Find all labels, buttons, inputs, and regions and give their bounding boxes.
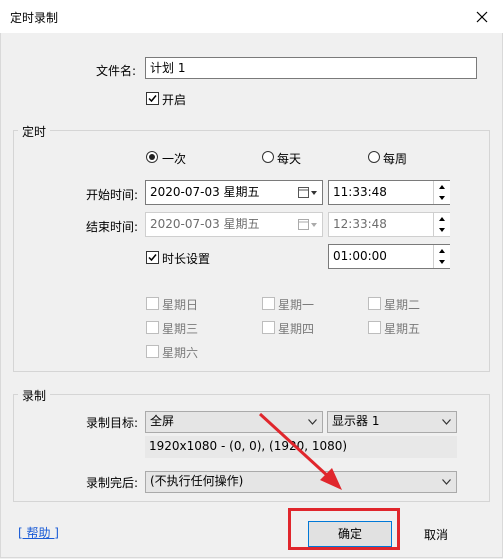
- calendar-dropdown-icon[interactable]: [298, 187, 318, 199]
- weekday-label-tue: 星期二: [384, 298, 421, 312]
- record-legend: 录制: [18, 387, 51, 404]
- start-date-picker[interactable]: 2020-07-03 星期五: [145, 180, 323, 205]
- start-time-value: 11:33:48: [333, 185, 387, 199]
- start-time-label: 开始时间:: [86, 188, 139, 202]
- calendar-dropdown-icon[interactable]: [298, 219, 318, 231]
- cancel-button[interactable]: 取消: [424, 526, 448, 543]
- start-date-value: 2020-07-03 星期五: [150, 185, 260, 199]
- end-time-value: 12:33:48: [333, 217, 387, 231]
- weekday-label-wed: 星期三: [162, 322, 199, 336]
- weekday-checkbox-sun[interactable]: [146, 297, 159, 310]
- file-name-label: 文件名:: [96, 64, 137, 78]
- duration-input[interactable]: 01:00:00: [328, 244, 450, 269]
- weekday-checkbox-wed[interactable]: [146, 321, 159, 334]
- radio-once-label: 一次: [162, 152, 187, 166]
- record-after-label: 录制完后:: [86, 476, 139, 490]
- highlight-box: [288, 508, 400, 550]
- schedule-legend: 定时: [18, 123, 51, 140]
- weekday-checkbox-mon[interactable]: [262, 297, 275, 310]
- end-time-label: 结束时间:: [86, 220, 139, 234]
- radio-once[interactable]: [146, 151, 158, 163]
- radio-daily-label: 每天: [277, 152, 302, 166]
- record-target-label: 录制目标:: [86, 416, 139, 430]
- window-title: 定时录制: [10, 11, 59, 25]
- radio-weekly[interactable]: [368, 151, 380, 163]
- record-target-value: 全屏: [150, 414, 175, 428]
- duration-spinner[interactable]: [433, 245, 450, 268]
- weekday-label-fri: 星期五: [384, 322, 421, 336]
- radio-daily[interactable]: [262, 151, 274, 163]
- close-icon[interactable]: [472, 7, 492, 27]
- weekday-label-thu: 星期四: [278, 322, 315, 336]
- end-time-spinner[interactable]: [433, 213, 450, 236]
- enable-checkbox[interactable]: [146, 92, 159, 105]
- chevron-down-icon: [442, 479, 451, 485]
- end-date-value: 2020-07-03 星期五: [150, 217, 260, 231]
- record-after-value: (不执行任何操作): [150, 474, 244, 488]
- weekday-checkbox-thu[interactable]: [262, 321, 275, 334]
- radio-weekly-label: 每周: [383, 152, 408, 166]
- title-bar: [0, 0, 503, 33]
- end-date-picker[interactable]: 2020-07-03 星期五: [145, 212, 323, 237]
- weekday-checkbox-sat[interactable]: [146, 345, 159, 358]
- help-link[interactable]: [ 帮助 ]: [18, 524, 59, 541]
- enable-label: 开启: [162, 93, 187, 107]
- start-time-spinner[interactable]: [433, 181, 450, 204]
- chevron-down-icon: [442, 419, 451, 425]
- weekday-label-sun: 星期日: [162, 298, 199, 312]
- weekday-checkbox-fri[interactable]: [368, 321, 381, 334]
- weekday-label-mon: 星期一: [278, 298, 315, 312]
- duration-value: 01:00:00: [333, 249, 387, 263]
- weekday-checkbox-tue[interactable]: [368, 297, 381, 310]
- annotation-arrow-icon: [258, 412, 342, 490]
- duration-checkbox[interactable]: [146, 251, 159, 264]
- duration-label: 时长设置: [162, 252, 211, 266]
- start-time-input[interactable]: 11:33:48: [328, 180, 450, 205]
- file-name-input[interactable]: 计划 1: [145, 57, 477, 79]
- weekday-label-sat: 星期六: [162, 346, 199, 360]
- end-time-input[interactable]: 12:33:48: [328, 212, 450, 237]
